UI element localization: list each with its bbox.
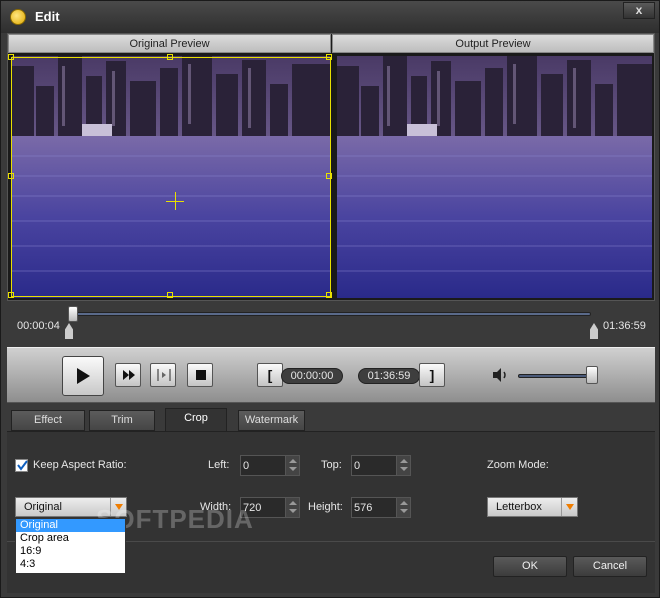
- fast-forward-icon: [123, 370, 135, 380]
- tab-trim[interactable]: Trim: [89, 410, 155, 431]
- height-label: Height:: [308, 501, 343, 513]
- mark-out-button[interactable]: ]: [419, 363, 445, 387]
- timeline-playhead[interactable]: [68, 306, 78, 322]
- crop-handle-left[interactable]: [8, 173, 14, 179]
- preview-panel: Original Preview Output Preview: [7, 33, 655, 301]
- height-input[interactable]: [354, 500, 394, 515]
- top-stepper[interactable]: [396, 456, 410, 475]
- ok-button[interactable]: OK: [493, 556, 567, 577]
- volume-icon[interactable]: [491, 366, 511, 384]
- cancel-button[interactable]: Cancel: [573, 556, 647, 577]
- crop-handle-top[interactable]: [167, 54, 173, 60]
- original-preview-header: Original Preview: [8, 34, 331, 53]
- next-frame-icon: [157, 369, 171, 381]
- height-stepper[interactable]: [396, 498, 410, 517]
- top-field[interactable]: [351, 455, 411, 476]
- keep-aspect-label: Keep Aspect Ratio:: [33, 459, 127, 471]
- height-field[interactable]: [351, 497, 411, 518]
- crop-frame[interactable]: [8, 54, 332, 298]
- close-button[interactable]: x: [623, 2, 655, 19]
- crop-center-crosshair-vertical: [175, 192, 176, 210]
- aspect-option-16-9[interactable]: 16:9: [16, 545, 125, 558]
- stop-button[interactable]: [187, 363, 213, 387]
- crop-handle-top-right[interactable]: [326, 54, 332, 60]
- zoom-mode-select[interactable]: Letterbox: [487, 497, 578, 517]
- left-field[interactable]: [240, 455, 300, 476]
- aspect-option-original[interactable]: Original: [16, 519, 125, 532]
- crop-handle-bottom[interactable]: [167, 292, 173, 298]
- fast-forward-button[interactable]: [115, 363, 141, 387]
- window-title: Edit: [35, 9, 60, 24]
- left-input[interactable]: [243, 458, 283, 473]
- volume-slider-thumb[interactable]: [586, 366, 598, 384]
- checkmark-icon: [17, 460, 28, 471]
- zoom-mode-value: Letterbox: [496, 501, 542, 513]
- tab-crop[interactable]: Crop: [165, 408, 227, 432]
- timeline: 00:00:04 01:36:59: [7, 301, 655, 347]
- play-button[interactable]: [62, 356, 104, 396]
- edit-window: Edit x Original Preview Output Preview 0…: [0, 0, 660, 598]
- stop-icon: [196, 370, 206, 380]
- app-logo-icon: [10, 9, 26, 25]
- top-input[interactable]: [354, 458, 394, 473]
- mark-in-button[interactable]: [: [257, 363, 283, 387]
- keep-aspect-checkbox[interactable]: [15, 459, 28, 472]
- play-icon: [77, 368, 90, 384]
- crop-handle-right[interactable]: [326, 173, 332, 179]
- aspect-ratio-dropdown-list[interactable]: Original Crop area 16:9 4:3: [15, 518, 126, 574]
- crop-handle-top-left[interactable]: [8, 54, 14, 60]
- crop-handle-bottom-left[interactable]: [8, 292, 14, 298]
- zoom-mode-chevron-down-icon[interactable]: [561, 498, 577, 516]
- tab-effect[interactable]: Effect: [11, 410, 85, 431]
- aspect-option-crop-area[interactable]: Crop area: [16, 532, 125, 545]
- aspect-ratio-value: Original: [24, 501, 62, 513]
- next-frame-button[interactable]: [150, 363, 176, 387]
- tab-watermark[interactable]: Watermark: [238, 410, 305, 431]
- width-stepper[interactable]: [285, 498, 299, 517]
- title-bar[interactable]: Edit x: [1, 1, 659, 33]
- trim-start-time: 00:00:00: [281, 368, 343, 384]
- trim-end-marker[interactable]: [590, 323, 598, 339]
- edit-tabs: Effect Trim Crop Watermark: [7, 403, 655, 432]
- timeline-track[interactable]: [75, 312, 591, 316]
- top-label: Top:: [321, 459, 342, 471]
- left-stepper[interactable]: [285, 456, 299, 475]
- crop-handle-bottom-right[interactable]: [326, 292, 332, 298]
- aspect-option-4-3[interactable]: 4:3: [16, 558, 125, 571]
- trim-start-marker[interactable]: [65, 323, 73, 339]
- playback-controls: [ 00:00:00 01:36:59 ]: [7, 347, 655, 403]
- output-preview-video: [337, 56, 652, 298]
- left-label: Left:: [208, 459, 230, 471]
- zoom-mode-label: Zoom Mode:: [487, 459, 549, 471]
- timeline-start-time: 00:00:04: [17, 320, 60, 332]
- output-preview-header: Output Preview: [332, 34, 654, 53]
- trim-end-time: 01:36:59: [358, 368, 420, 384]
- timeline-end-time: 01:36:59: [603, 320, 646, 332]
